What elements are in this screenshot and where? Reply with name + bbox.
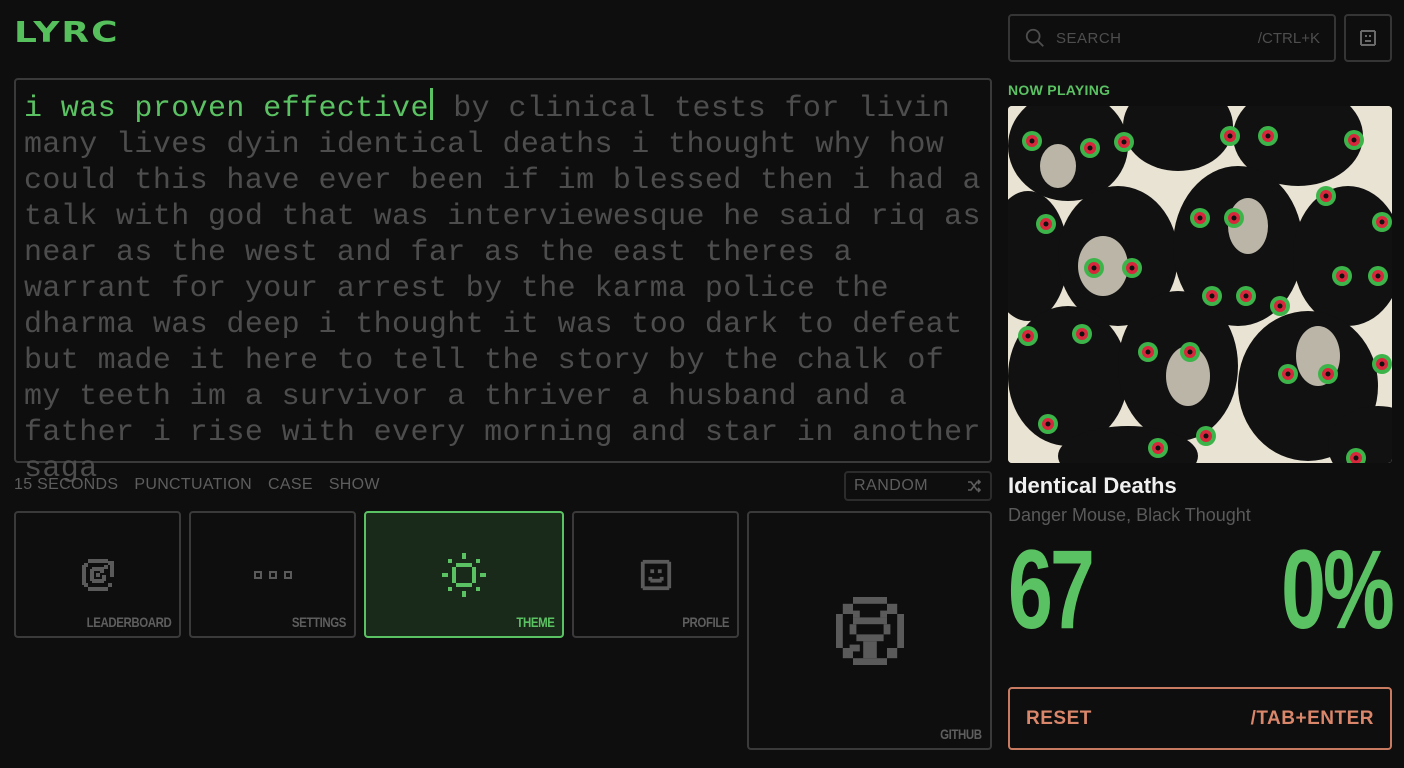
- tile-github[interactable]: GITHUB: [747, 511, 992, 750]
- text-caret: [429, 88, 433, 120]
- tile-label: SETTINGS: [291, 614, 347, 630]
- search-icon: [1025, 28, 1044, 47]
- dots-icon: [253, 570, 292, 579]
- mode-duration[interactable]: 15 SECONDS: [14, 476, 118, 494]
- random-button[interactable]: RANDOM: [844, 471, 992, 501]
- tile-label: GITHUB: [940, 726, 982, 742]
- tile-leaderboard[interactable]: LEADERBOARD: [14, 511, 181, 638]
- search-shortcut: /CTRL+K: [1257, 29, 1320, 47]
- tile-label: LEADERBOARD: [86, 614, 171, 630]
- untyped-text: by clinical tests for livin many lives d…: [24, 92, 981, 486]
- mode-show[interactable]: SHOW: [329, 476, 380, 494]
- wpm-value: 67: [1008, 527, 1095, 652]
- tile-theme[interactable]: THEME: [364, 511, 564, 638]
- mode-punctuation[interactable]: PUNCTUATION: [134, 476, 252, 494]
- mode-options: 15 SECONDS PUNCTUATION CASE SHOW: [14, 476, 380, 494]
- profile-button[interactable]: [1344, 14, 1392, 62]
- reset-label: RESET: [1026, 707, 1092, 729]
- reset-shortcut: /TAB+ENTER: [1250, 707, 1374, 729]
- typed-text: i was proven effective: [24, 92, 429, 126]
- lyrics-typing-area[interactable]: i was proven effective by clinical tests…: [14, 78, 992, 486]
- song-artist: Danger Mouse, Black Thought: [1008, 505, 1251, 525]
- target-icon: [81, 558, 114, 591]
- album-cover: [1008, 106, 1392, 463]
- app-logo[interactable]: LYRC: [14, 18, 174, 49]
- tile-profile[interactable]: PROFILE: [572, 511, 739, 638]
- reset-button[interactable]: RESET /TAB+ENTER: [1008, 687, 1392, 750]
- shuffle-icon: [968, 479, 982, 493]
- tile-label: PROFILE: [682, 614, 729, 630]
- search-placeholder: SEARCH: [1056, 29, 1122, 47]
- now-playing-label: NOW PLAYING: [1008, 82, 1111, 98]
- smile-icon: [1360, 30, 1376, 46]
- random-label: RANDOM: [854, 477, 929, 494]
- sun-icon: [442, 552, 486, 597]
- song-title: Identical Deaths: [1008, 473, 1177, 498]
- accuracy-value: 0%: [1281, 527, 1395, 652]
- github-icon: [835, 596, 904, 665]
- search-box[interactable]: SEARCH /CTRL+K: [1008, 14, 1336, 62]
- tile-settings[interactable]: SETTINGS: [189, 511, 356, 638]
- tile-label: THEME: [515, 614, 555, 630]
- mode-case[interactable]: CASE: [268, 476, 313, 494]
- smile-icon: [640, 559, 671, 590]
